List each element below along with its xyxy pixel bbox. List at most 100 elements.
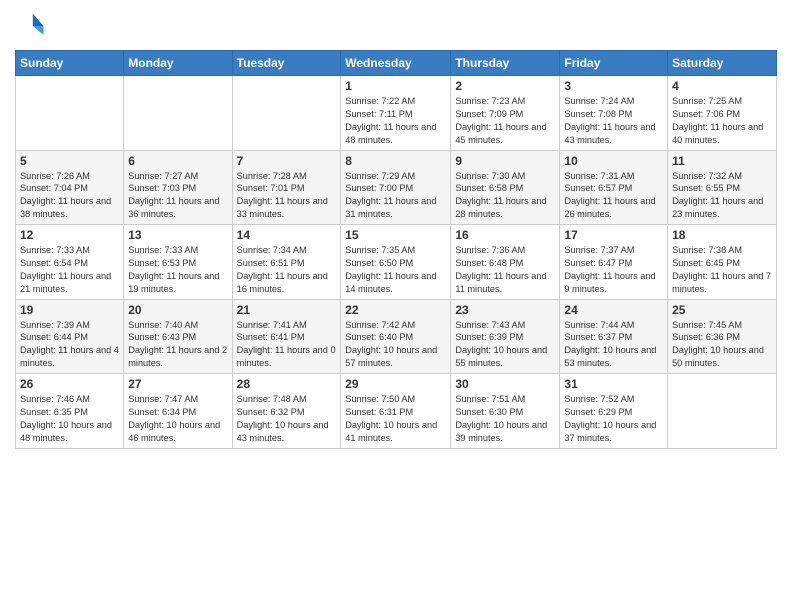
day-info: Sunrise: 7:43 AMSunset: 6:39 PMDaylight:…: [455, 319, 555, 371]
calendar-cell: 26 Sunrise: 7:46 AMSunset: 6:35 PMDayligh…: [16, 374, 124, 449]
calendar-cell: [668, 374, 777, 449]
day-info: Sunrise: 7:47 AMSunset: 6:34 PMDaylight:…: [128, 393, 227, 445]
day-info: Sunrise: 7:44 AMSunset: 6:37 PMDaylight:…: [564, 319, 663, 371]
calendar-week-row: 1 Sunrise: 7:22 AMSunset: 7:11 PMDaylight…: [16, 76, 777, 151]
calendar: SundayMondayTuesdayWednesdayThursdayFrid…: [15, 50, 777, 449]
day-number: 13: [128, 228, 227, 242]
day-number: 26: [20, 377, 119, 391]
calendar-cell: 12Sunrise: 7:33 AMSunset: 6:54 PMDayligh…: [16, 225, 124, 300]
day-info: Sunrise: 7:35 AMSunset: 6:50 PMDaylight:…: [345, 244, 446, 296]
calendar-cell: 11 Sunrise: 7:32 AMSunset: 6:55 PMDayligh…: [668, 150, 777, 225]
day-number: 7: [237, 154, 337, 168]
day-info: Sunrise: 7:32 AMSunset: 6:55 PMDaylight:…: [672, 170, 772, 222]
calendar-cell: 23 Sunrise: 7:43 AMSunset: 6:39 PMDayligh…: [451, 299, 560, 374]
logo: [15, 10, 51, 42]
day-number: 20: [128, 303, 227, 317]
day-info: Sunrise: 7:39 AMSunset: 6:44 PMDaylight:…: [20, 319, 119, 371]
day-number: 1: [345, 79, 446, 93]
calendar-cell: 18Sunrise: 7:38 AMSunset: 6:45 PMDayligh…: [668, 225, 777, 300]
day-number: 3: [564, 79, 663, 93]
day-info: Sunrise: 7:36 AMSunset: 6:48 PMDaylight:…: [455, 244, 555, 296]
calendar-cell: 16 Sunrise: 7:36 AMSunset: 6:48 PMDayligh…: [451, 225, 560, 300]
calendar-cell: 5Sunrise: 7:26 AMSunset: 7:04 PMDaylight…: [16, 150, 124, 225]
calendar-cell: 6Sunrise: 7:27 AMSunset: 7:03 PMDaylight…: [124, 150, 232, 225]
calendar-header-sunday: Sunday: [16, 51, 124, 76]
calendar-cell: 14Sunrise: 7:34 AMSunset: 6:51 PMDayligh…: [232, 225, 341, 300]
day-number: 27: [128, 377, 227, 391]
day-number: 24: [564, 303, 663, 317]
day-number: 9: [455, 154, 555, 168]
calendar-cell: 3 Sunrise: 7:24 AMSunset: 7:08 PMDaylight…: [560, 76, 668, 151]
day-number: 15: [345, 228, 446, 242]
day-number: 16: [455, 228, 555, 242]
calendar-week-row: 19 Sunrise: 7:39 AMSunset: 6:44 PMDayligh…: [16, 299, 777, 374]
day-info: Sunrise: 7:31 AMSunset: 6:57 PMDaylight:…: [564, 170, 663, 222]
day-info: Sunrise: 7:46 AMSunset: 6:35 PMDaylight:…: [20, 393, 119, 445]
calendar-week-row: 5Sunrise: 7:26 AMSunset: 7:04 PMDaylight…: [16, 150, 777, 225]
calendar-cell: 13 Sunrise: 7:33 AMSunset: 6:53 PMDayligh…: [124, 225, 232, 300]
day-info: Sunrise: 7:28 AMSunset: 7:01 PMDaylight:…: [237, 170, 337, 222]
day-number: 21: [237, 303, 337, 317]
day-info: Sunrise: 7:34 AMSunset: 6:51 PMDaylight:…: [237, 244, 337, 296]
day-info: Sunrise: 7:51 AMSunset: 6:30 PMDaylight:…: [455, 393, 555, 445]
calendar-cell: 1 Sunrise: 7:22 AMSunset: 7:11 PMDaylight…: [341, 76, 451, 151]
day-number: 4: [672, 79, 772, 93]
day-info: Sunrise: 7:27 AMSunset: 7:03 PMDaylight:…: [128, 170, 227, 222]
calendar-cell: 29Sunrise: 7:50 AMSunset: 6:31 PMDayligh…: [341, 374, 451, 449]
calendar-header-tuesday: Tuesday: [232, 51, 341, 76]
calendar-week-row: 12Sunrise: 7:33 AMSunset: 6:54 PMDayligh…: [16, 225, 777, 300]
day-info: Sunrise: 7:45 AMSunset: 6:36 PMDaylight:…: [672, 319, 772, 371]
day-number: 5: [20, 154, 119, 168]
calendar-cell: [232, 76, 341, 151]
calendar-cell: 15 Sunrise: 7:35 AMSunset: 6:50 PMDayligh…: [341, 225, 451, 300]
day-info: Sunrise: 7:29 AMSunset: 7:00 PMDaylight:…: [345, 170, 446, 222]
calendar-cell: 9Sunrise: 7:30 AMSunset: 6:58 PMDaylight…: [451, 150, 560, 225]
calendar-header-thursday: Thursday: [451, 51, 560, 76]
calendar-header-monday: Monday: [124, 51, 232, 76]
calendar-cell: [16, 76, 124, 151]
calendar-header-wednesday: Wednesday: [341, 51, 451, 76]
calendar-cell: 30 Sunrise: 7:51 AMSunset: 6:30 PMDayligh…: [451, 374, 560, 449]
day-info: Sunrise: 7:38 AMSunset: 6:45 PMDaylight:…: [672, 244, 772, 296]
day-info: Sunrise: 7:42 AMSunset: 6:40 PMDaylight:…: [345, 319, 446, 371]
day-number: 11: [672, 154, 772, 168]
day-number: 10: [564, 154, 663, 168]
calendar-cell: 27 Sunrise: 7:47 AMSunset: 6:34 PMDayligh…: [124, 374, 232, 449]
calendar-cell: 2 Sunrise: 7:23 AMSunset: 7:09 PMDaylight…: [451, 76, 560, 151]
calendar-cell: [124, 76, 232, 151]
day-number: 8: [345, 154, 446, 168]
day-info: Sunrise: 7:24 AMSunset: 7:08 PMDaylight:…: [564, 95, 663, 147]
day-info: Sunrise: 7:50 AMSunset: 6:31 PMDaylight:…: [345, 393, 446, 445]
day-info: Sunrise: 7:41 AMSunset: 6:41 PMDaylight:…: [237, 319, 337, 371]
calendar-cell: 19 Sunrise: 7:39 AMSunset: 6:44 PMDayligh…: [16, 299, 124, 374]
calendar-cell: 28Sunrise: 7:48 AMSunset: 6:32 PMDayligh…: [232, 374, 341, 449]
calendar-cell: 20 Sunrise: 7:40 AMSunset: 6:43 PMDayligh…: [124, 299, 232, 374]
day-number: 23: [455, 303, 555, 317]
page-container: SundayMondayTuesdayWednesdayThursdayFrid…: [0, 0, 792, 612]
day-info: Sunrise: 7:37 AMSunset: 6:47 PMDaylight:…: [564, 244, 663, 296]
calendar-header-friday: Friday: [560, 51, 668, 76]
calendar-header-row: SundayMondayTuesdayWednesdayThursdayFrid…: [16, 51, 777, 76]
calendar-cell: 10 Sunrise: 7:31 AMSunset: 6:57 PMDayligh…: [560, 150, 668, 225]
day-number: 31: [564, 377, 663, 391]
day-info: Sunrise: 7:25 AMSunset: 7:06 PMDaylight:…: [672, 95, 772, 147]
calendar-week-row: 26 Sunrise: 7:46 AMSunset: 6:35 PMDayligh…: [16, 374, 777, 449]
day-number: 2: [455, 79, 555, 93]
calendar-cell: 7 Sunrise: 7:28 AMSunset: 7:01 PMDaylight…: [232, 150, 341, 225]
day-number: 19: [20, 303, 119, 317]
calendar-cell: 31Sunrise: 7:52 AMSunset: 6:29 PMDayligh…: [560, 374, 668, 449]
day-info: Sunrise: 7:22 AMSunset: 7:11 PMDaylight:…: [345, 95, 446, 147]
day-info: Sunrise: 7:23 AMSunset: 7:09 PMDaylight:…: [455, 95, 555, 147]
header: [15, 10, 777, 42]
calendar-cell: 21 Sunrise: 7:41 AMSunset: 6:41 PMDayligh…: [232, 299, 341, 374]
day-number: 30: [455, 377, 555, 391]
day-number: 25: [672, 303, 772, 317]
day-info: Sunrise: 7:33 AMSunset: 6:53 PMDaylight:…: [128, 244, 227, 296]
day-number: 17: [564, 228, 663, 242]
day-number: 12: [20, 228, 119, 242]
calendar-cell: 22Sunrise: 7:42 AMSunset: 6:40 PMDayligh…: [341, 299, 451, 374]
calendar-cell: 25 Sunrise: 7:45 AMSunset: 6:36 PMDayligh…: [668, 299, 777, 374]
day-info: Sunrise: 7:48 AMSunset: 6:32 PMDaylight:…: [237, 393, 337, 445]
calendar-header-saturday: Saturday: [668, 51, 777, 76]
day-info: Sunrise: 7:40 AMSunset: 6:43 PMDaylight:…: [128, 319, 227, 371]
